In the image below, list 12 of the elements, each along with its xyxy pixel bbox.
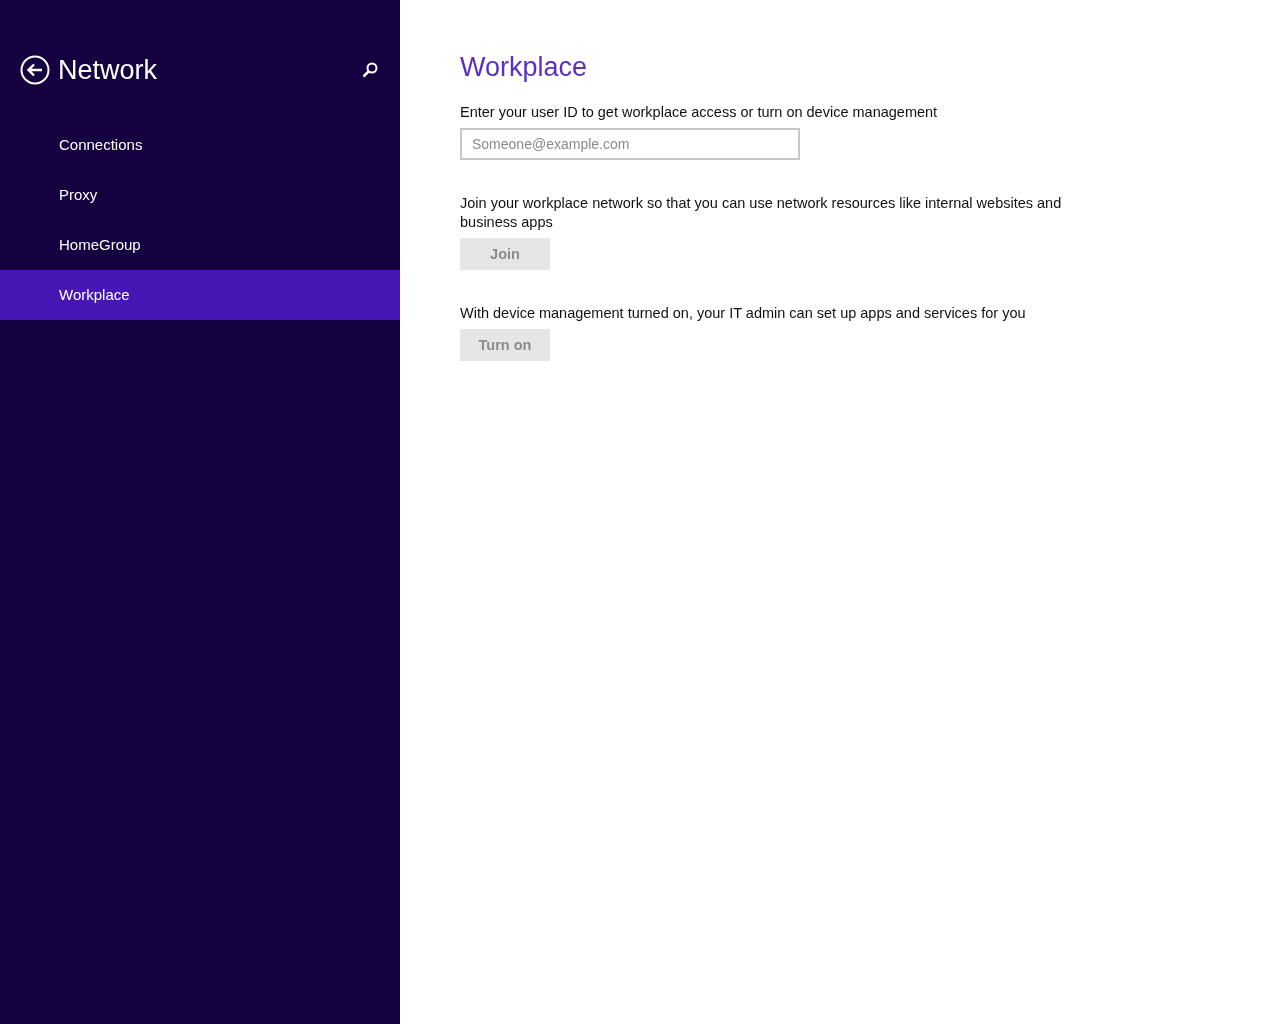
- field-label: Enter your user ID to get workplace access or turn on device management: [460, 103, 939, 122]
- description-text: Join your workplace network so that you can use network resources like internal websites and business apps: [460, 194, 1063, 232]
- nav-item[interactable]: HomeGroup: [0, 220, 400, 270]
- sidebar-title: Network: [58, 54, 159, 86]
- description-text: With device management turned on, your IT admin can set up apps and services for you: [460, 304, 1027, 323]
- page-title: Workplace: [460, 52, 589, 83]
- back-icon[interactable]: [20, 55, 50, 85]
- nav-item[interactable]: Connections: [0, 120, 400, 170]
- search-icon[interactable]: [362, 62, 378, 78]
- user-id-field[interactable]: Someone@example.com: [460, 128, 800, 160]
- nav-item[interactable]: Workplace: [0, 270, 400, 320]
- nav-item[interactable]: Proxy: [0, 170, 400, 220]
